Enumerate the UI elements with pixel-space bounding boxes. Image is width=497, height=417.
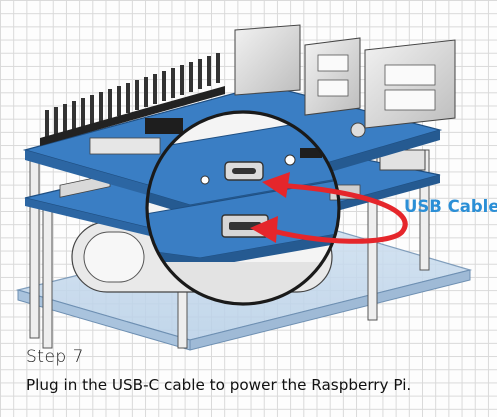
step-description: Plug in the USB-C cable to power the Ras… [26, 376, 412, 394]
usb-cable-label: USB Cable [404, 197, 497, 216]
step-title: Step 7 [26, 347, 84, 367]
assembly-diagram: USB Cable Step 7 Plug in the USB-C cable… [0, 0, 497, 417]
